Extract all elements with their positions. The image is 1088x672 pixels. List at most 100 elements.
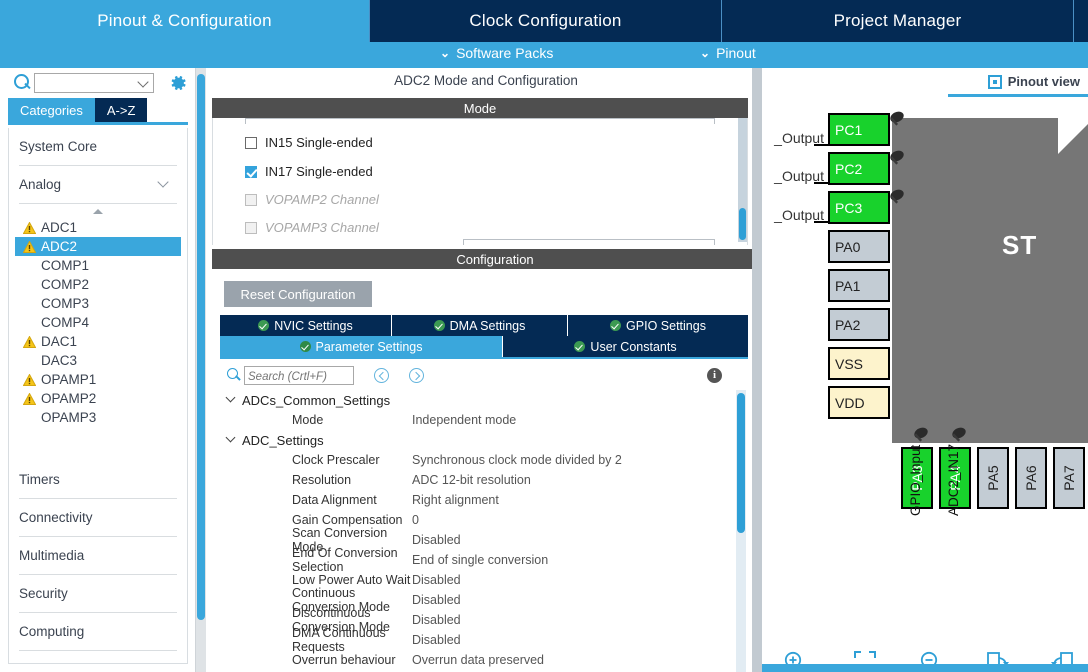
tab-tools-partial[interactable]	[1074, 0, 1088, 42]
tab-nvic-settings[interactable]: NVIC Settings	[220, 315, 392, 336]
chevron-down-icon[interactable]	[139, 78, 148, 87]
sidebar-item-comp3[interactable]: COMP3	[9, 294, 187, 313]
sidebar-item-comp1[interactable]: COMP1	[9, 256, 187, 275]
check-circle-icon	[610, 320, 622, 331]
center-panel-scrollbar-track[interactable]	[752, 68, 762, 672]
sidebar-item-label: COMP2	[41, 277, 90, 292]
sidebar-group-system-core[interactable]: System Core	[19, 128, 177, 166]
parameter-scrollbar-thumb[interactable]	[737, 393, 745, 533]
param-value[interactable]: Disabled	[412, 593, 461, 607]
param-value[interactable]: ADC 12-bit resolution	[412, 473, 531, 487]
scroll-up-spinner[interactable]	[9, 204, 187, 218]
sidebar-item-label: ADC1	[41, 220, 78, 235]
tab-gpio-settings[interactable]: GPIO Settings	[568, 315, 748, 336]
sidebar-item-dac1[interactable]: DAC1	[9, 332, 187, 351]
param-value[interactable]: Right alignment	[412, 493, 499, 507]
sidebar-item-dac3[interactable]: DAC3	[9, 351, 187, 370]
param-value[interactable]: Disabled	[412, 613, 461, 627]
param-value[interactable]: Overrun data preserved	[412, 653, 544, 667]
param-value[interactable]: Synchronous clock mode divided by 2	[412, 453, 622, 467]
param-row-mode[interactable]: Mode Independent mode	[220, 410, 748, 430]
sidebar-group-timers[interactable]: Timers	[19, 461, 177, 499]
param-row-dma-continuous-requests[interactable]: DMA Continuous Requests Disabled	[220, 626, 748, 654]
param-value[interactable]: Independent mode	[412, 413, 516, 427]
panel-title-label: ADC2 Mode and Configuration	[394, 72, 578, 88]
tab-pinout-configuration[interactable]: Pinout & Configuration	[0, 0, 370, 42]
sidebar-item-opamp3[interactable]: OPAMP3	[9, 408, 187, 427]
pin-pa1[interactable]: PA1	[828, 269, 890, 302]
mode-scrollbar-thumb[interactable]	[739, 208, 746, 240]
sidebar-group-security[interactable]: Security	[19, 575, 177, 613]
chevron-down-icon[interactable]	[226, 435, 236, 445]
tab-project-manager[interactable]: Project Manager	[722, 0, 1074, 42]
checkbox-in15-single-ended[interactable]	[245, 136, 257, 149]
sidebar-item-adc2[interactable]: ADC2	[15, 237, 181, 256]
signal-line	[814, 221, 828, 223]
chevron-down-icon[interactable]	[226, 395, 236, 405]
gear-icon[interactable]	[168, 73, 188, 93]
param-row-resolution[interactable]: Resolution ADC 12-bit resolution	[220, 470, 748, 490]
param-row-clock-prescaler[interactable]: Clock Prescaler Synchronous clock mode d…	[220, 450, 748, 470]
pin-label: PC1	[835, 121, 863, 138]
peripheral-search-combo[interactable]	[34, 73, 154, 93]
sidebar-scrollbar-thumb[interactable]	[197, 74, 205, 620]
pin-pa2[interactable]: PA2	[828, 308, 890, 341]
param-row-overrun-behaviour[interactable]: Overrun behaviour Overrun data preserved	[220, 650, 748, 670]
peripheral-search-input[interactable]	[38, 75, 134, 91]
pin-pc3[interactable]: PC3	[828, 191, 890, 224]
param-value[interactable]: 0	[412, 513, 419, 527]
menu-software-packs[interactable]: ⌄ Software Packs	[440, 45, 553, 61]
parameter-search-input[interactable]	[248, 369, 352, 384]
param-value[interactable]: Disabled	[412, 533, 461, 547]
pinout-view-tab[interactable]: Pinout view	[987, 74, 1080, 89]
sidebar-group-analog[interactable]: Analog	[19, 166, 177, 204]
pin-pa6[interactable]: PA6	[1015, 447, 1047, 509]
search-previous-button[interactable]	[374, 367, 389, 383]
pin-vss[interactable]: VSS	[828, 347, 890, 380]
param-name: Data Alignment	[292, 493, 377, 507]
checkbox-row-in17[interactable]: IN17 Single-ended	[245, 164, 373, 179]
tab-parameter-settings[interactable]: Parameter Settings	[220, 336, 503, 357]
pin-pc2[interactable]: PC2	[828, 152, 890, 185]
sidebar-group-multimedia[interactable]: Multimedia	[19, 537, 177, 575]
mode-group-box-bottom	[463, 239, 715, 245]
reset-configuration-button[interactable]: Reset Configuration	[224, 281, 372, 307]
sidebar-view-toggle: Categories A->Z	[8, 98, 148, 122]
sidebar-item-opamp2[interactable]: OPAMP2	[9, 389, 187, 408]
configuration-section-header: Configuration	[212, 249, 778, 269]
pin-vdd[interactable]: VDD	[828, 386, 890, 419]
sidebar-item-comp2[interactable]: COMP2	[9, 275, 187, 294]
param-value[interactable]: Disabled	[412, 633, 461, 647]
param-value[interactable]: End of single conversion	[412, 553, 548, 567]
tab-dma-settings[interactable]: DMA Settings	[392, 315, 568, 336]
gear-icon-svg	[171, 76, 186, 90]
pin-pa0[interactable]: PA0	[828, 230, 890, 263]
param-row-data-alignment[interactable]: Data Alignment Right alignment	[220, 490, 748, 510]
tab-user-constants[interactable]: User Constants	[503, 336, 748, 357]
sidebar-group-connectivity[interactable]: Connectivity	[19, 499, 177, 537]
param-group-adcs-common-settings[interactable]: ADCs_Common_Settings	[220, 390, 748, 410]
menu-pinout[interactable]: ⌄ Pinout	[700, 45, 756, 61]
sidebar-item-opamp1[interactable]: OPAMP1	[9, 370, 187, 389]
tab-clock-configuration[interactable]: Clock Configuration	[370, 0, 722, 42]
checkbox-in17-single-ended[interactable]	[245, 165, 257, 178]
sidebar-item-comp4[interactable]: COMP4	[9, 313, 187, 332]
sidebar-group-computing[interactable]: Computing	[19, 613, 177, 651]
param-group-adc-settings[interactable]: ADC_Settings	[220, 430, 748, 450]
pin-pc1[interactable]: PC1	[828, 113, 890, 146]
view-a-to-z-button[interactable]: A->Z	[94, 98, 148, 122]
pin-label: PA0	[835, 238, 861, 255]
group-label: Analog	[19, 177, 62, 192]
pin-label: PA6	[1023, 465, 1039, 491]
pin-pa5[interactable]: PA5	[977, 447, 1009, 509]
pin-pa7[interactable]: PA7	[1053, 447, 1085, 509]
search-next-button[interactable]	[409, 367, 424, 383]
param-value[interactable]: Disabled	[412, 573, 461, 587]
view-categories-button[interactable]: Categories	[8, 98, 95, 122]
pin-marker-icon	[914, 427, 928, 442]
info-icon[interactable]: i	[707, 367, 722, 383]
parameter-search-box[interactable]	[244, 365, 354, 385]
param-row-end-of-conversion-selection[interactable]: End Of Conversion Selection End of singl…	[220, 546, 748, 574]
checkbox-row-in15[interactable]: IN15 Single-ended	[245, 135, 373, 150]
sidebar-item-adc1[interactable]: ADC1	[9, 218, 187, 237]
